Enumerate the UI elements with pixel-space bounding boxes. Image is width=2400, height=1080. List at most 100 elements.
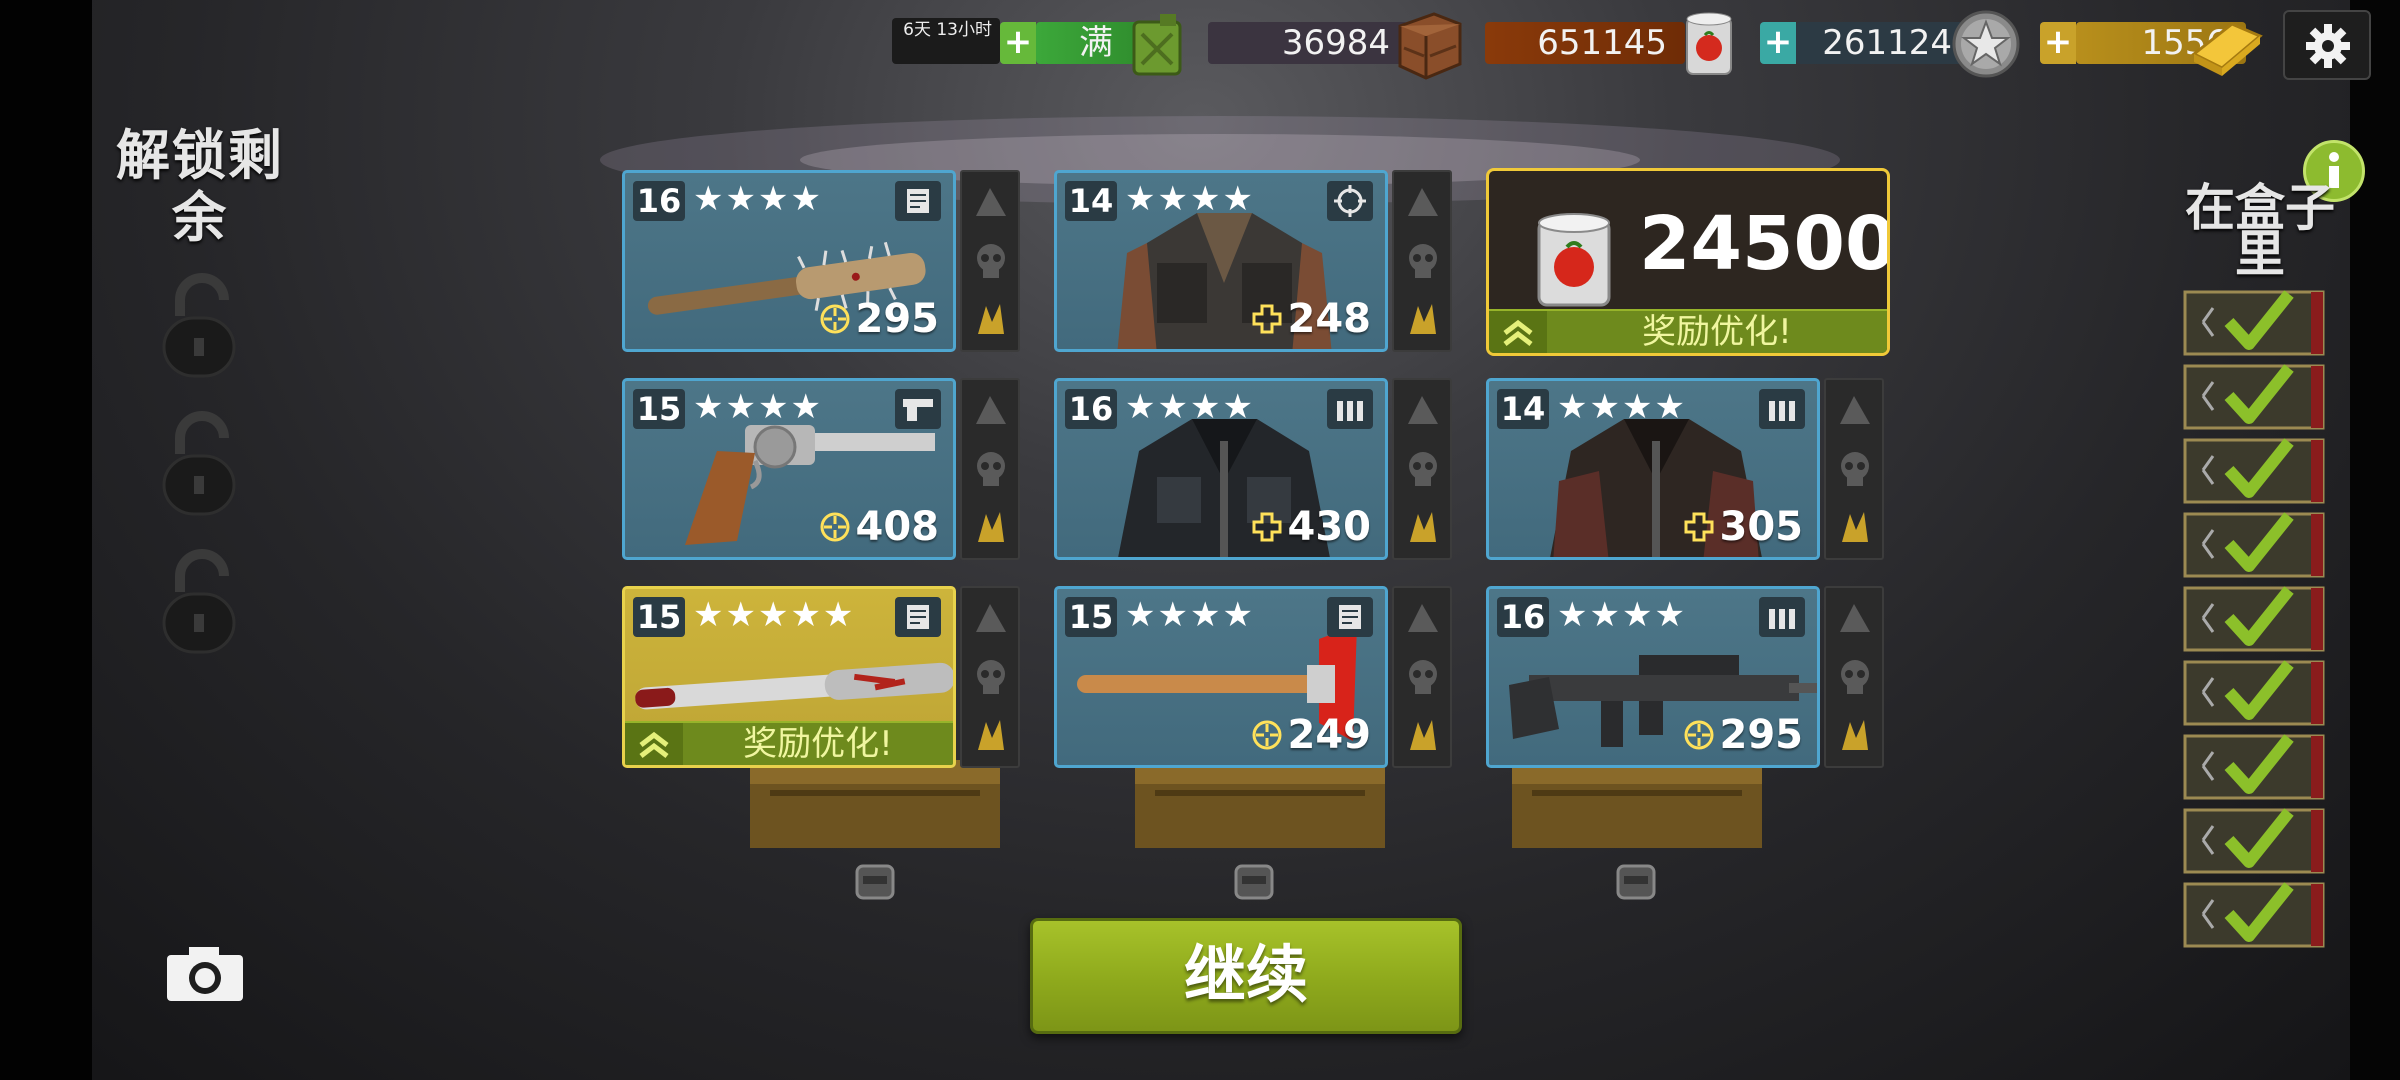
perk-icon <box>976 604 1006 632</box>
card-body: 14 ★★★★ 248 <box>1054 170 1388 352</box>
melee-icon <box>895 181 941 221</box>
crate-icon <box>1135 760 1385 848</box>
gold-resource[interactable]: + 1556 <box>2040 14 2263 76</box>
fuel-add-button[interactable]: + <box>1000 22 1036 64</box>
bonus-strip: 奖励优化! <box>625 721 953 765</box>
health-cross-icon <box>1684 512 1713 542</box>
pistol-icon <box>895 389 941 429</box>
camera-icon[interactable] <box>165 945 245 1003</box>
check-icon <box>2183 882 2325 948</box>
chevron-up-icon <box>625 723 683 765</box>
star-rating: ★★★★ <box>1557 595 1687 635</box>
perk-icon <box>978 304 1004 334</box>
settings-button[interactable] <box>2283 10 2371 80</box>
perk-icon <box>1408 604 1438 632</box>
badges-resource[interactable]: + 261124 <box>1760 10 2022 78</box>
loot-card-bloody-bat[interactable]: 15 ★★★★★ 奖励优化! <box>622 586 1020 768</box>
fuel-resource[interactable]: + 满 <box>1000 14 1190 76</box>
level-badge: 14 <box>1065 181 1117 221</box>
gold-bar-icon <box>2191 22 2263 76</box>
left-letterbox <box>0 0 92 1080</box>
perk-icon <box>1408 396 1438 424</box>
latch-icon <box>1234 864 1274 900</box>
perk-icon <box>1842 512 1868 542</box>
power-value: 249 <box>1250 711 1372 759</box>
skull-icon <box>977 660 1005 694</box>
power-number: 248 <box>1287 296 1372 342</box>
level-badge: 15 <box>1065 597 1117 637</box>
timer-label: 6天 13小时 <box>892 18 1000 64</box>
check-icon <box>2183 290 2325 356</box>
power-value: 295 <box>818 295 939 343</box>
perk-icon <box>978 720 1004 750</box>
power-value: 408 <box>818 503 940 551</box>
loot-card-fire-axe[interactable]: 15 ★★★★ 249 <box>1054 586 1452 768</box>
skull-icon <box>1409 660 1437 694</box>
level-badge: 15 <box>633 389 685 429</box>
bonus-label: 奖励优化! <box>743 724 893 764</box>
fuel-label: 满 <box>1079 23 1113 63</box>
unlocked-padlock-icon <box>162 549 236 654</box>
power-number: 249 <box>1287 712 1372 758</box>
health-cross-icon <box>1252 512 1281 542</box>
badges-value: 261124 <box>1822 23 1952 63</box>
card-body: 16 ★★★★ 295 <box>1486 586 1820 768</box>
checked-ticket <box>2183 434 2325 506</box>
unlock-remaining-title: 解锁剩余 <box>116 124 284 249</box>
checked-ticket <box>2183 730 2325 802</box>
card-body: 16 ★★★★ 430 <box>1054 378 1388 560</box>
cans-resource: 651145 <box>1485 12 1735 75</box>
star-rating: ★★★★ <box>1125 179 1255 219</box>
power-number: 408 <box>855 504 940 550</box>
check-icon <box>2183 586 2325 652</box>
card-body: 15 ★★★★★ 奖励优化! <box>622 586 956 768</box>
latch-icon <box>855 864 895 900</box>
skull-icon <box>1841 452 1869 486</box>
loot-card-vest-jacket[interactable]: 14 ★★★★ 248 <box>1054 170 1452 352</box>
unlocked-padlock-icon <box>162 411 236 516</box>
checked-ticket <box>2183 878 2325 950</box>
skull-icon <box>977 244 1005 278</box>
melee-icon <box>895 597 941 637</box>
reward-card[interactable]: 24500 奖励优化! <box>1486 168 1890 356</box>
checked-ticket <box>2183 286 2325 358</box>
chevron-up-icon <box>1489 311 1547 353</box>
loot-card-spiked-bat[interactable]: 16 ★★★★ 295 <box>622 170 1020 352</box>
checked-ticket <box>2183 804 2325 876</box>
checked-ticket <box>2183 360 2325 432</box>
badges-add-button[interactable]: + <box>1760 22 1796 64</box>
sheriff-badge-icon <box>1952 10 2020 78</box>
crosshair-icon <box>1327 181 1373 221</box>
perk-icon <box>1410 304 1436 334</box>
loot-card-armored-jacket[interactable]: 14 ★★★★ 305 <box>1486 378 1884 560</box>
perk-column <box>1824 378 1884 560</box>
perk-icon <box>1408 188 1438 216</box>
continue-button[interactable]: 继续 <box>1030 918 1462 1034</box>
power-number: 305 <box>1719 504 1804 550</box>
gold-add-button[interactable]: + <box>2040 22 2076 64</box>
card-body: 14 ★★★★ 305 <box>1486 378 1820 560</box>
perk-icon <box>1840 396 1870 424</box>
level-badge: 16 <box>1497 597 1549 637</box>
card-body: 16 ★★★★ 295 <box>622 170 956 352</box>
crates-resource: 36984 <box>1208 12 1464 80</box>
gear-icon <box>2306 24 2350 68</box>
game-screen: 6天 13小时 + 满 36984 651145 + 261124 + 1556… <box>0 0 2400 1080</box>
star-rating: ★★★★ <box>1125 387 1255 427</box>
power-number: 295 <box>1719 712 1804 758</box>
wooden-crate-icon <box>1398 12 1462 80</box>
loot-card-revolver[interactable]: 15 ★★★★ 408 <box>622 378 1020 560</box>
bonus-label: 奖励优化! <box>1642 312 1792 352</box>
crates-value: 36984 <box>1281 23 1390 63</box>
loot-card-assault-rifle[interactable]: 16 ★★★★ 295 <box>1486 586 1884 768</box>
perk-icon <box>978 512 1004 542</box>
skull-icon <box>1409 244 1437 278</box>
latch-icon <box>1616 864 1656 900</box>
crates-bar: 36984 <box>1208 22 1408 64</box>
card-body: 15 ★★★★ 408 <box>622 378 956 560</box>
loot-card-tactical-jacket[interactable]: 16 ★★★★ 430 <box>1054 378 1452 560</box>
check-icon <box>2183 734 2325 800</box>
perk-column <box>1392 586 1452 768</box>
perk-column <box>1392 378 1452 560</box>
perk-column <box>1824 586 1884 768</box>
